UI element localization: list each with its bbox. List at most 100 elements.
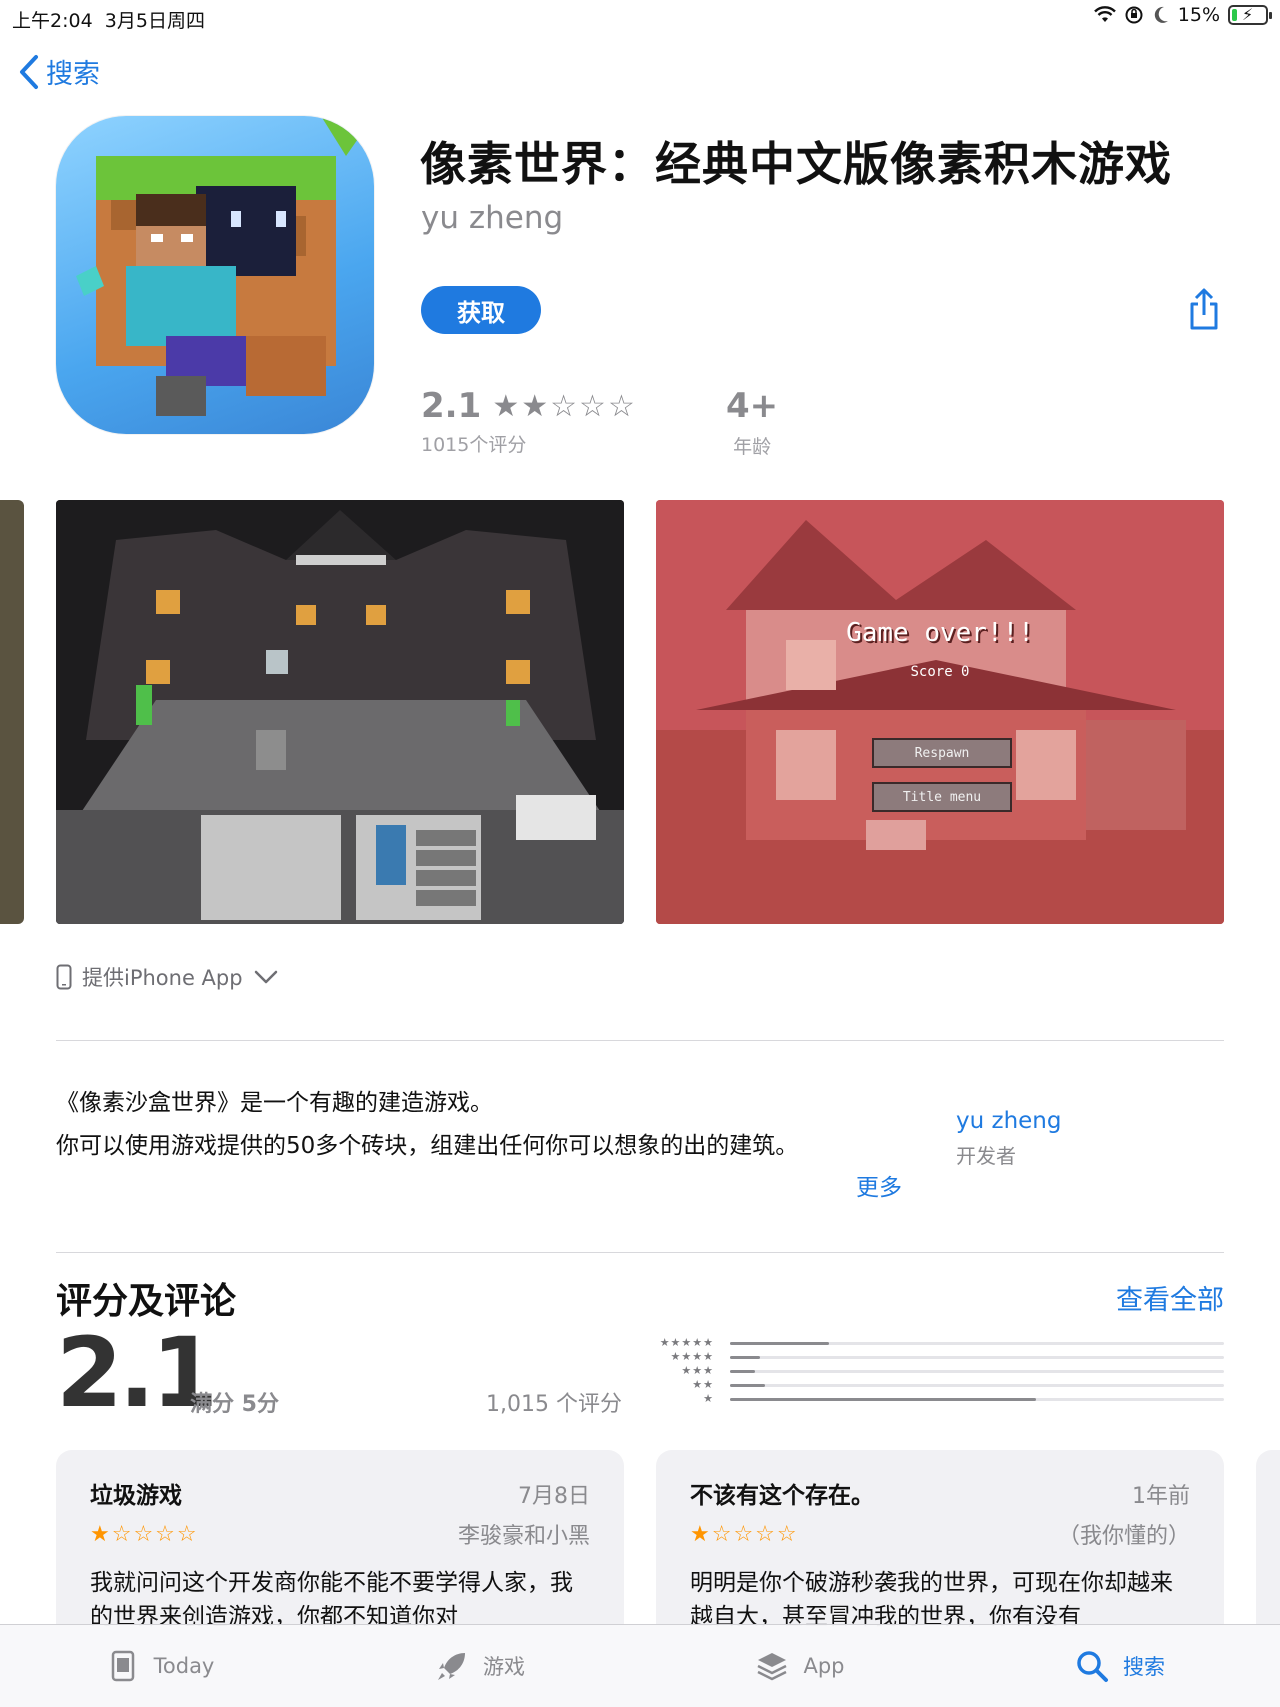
star-filled-icon: ★ bbox=[492, 388, 522, 424]
score-text: Score 0 bbox=[910, 664, 970, 680]
status-indicators: 15% ⚡ bbox=[1093, 4, 1272, 26]
title-menu-button: Title menu bbox=[872, 782, 1012, 812]
app-rating-value: 2.1 bbox=[421, 386, 482, 426]
divider bbox=[56, 1252, 1224, 1253]
review-title: 不该有这个存在。 bbox=[690, 1483, 874, 1509]
more-link[interactable]: 更多 bbox=[856, 1168, 902, 1202]
tab-bar: Today 游戏 App 搜索 bbox=[0, 1624, 1280, 1707]
review-date: 1年前 bbox=[1132, 1484, 1190, 1509]
battery-percent: 15% bbox=[1177, 4, 1220, 26]
histogram-bar bbox=[730, 1397, 1037, 1401]
moon-icon bbox=[1154, 6, 1168, 23]
tab-search[interactable]: 搜索 bbox=[960, 1625, 1280, 1707]
screenshot-2-art bbox=[656, 500, 1224, 924]
app-icon-art bbox=[76, 116, 374, 416]
status-bar: 上午2:04 3月5日周四 15% ⚡ bbox=[0, 0, 1280, 34]
wifi-icon bbox=[1093, 6, 1116, 22]
app-developer-link[interactable]: yu zheng bbox=[421, 200, 563, 236]
today-icon bbox=[111, 1650, 134, 1682]
search-icon bbox=[1077, 1651, 1108, 1682]
rocket-icon bbox=[438, 1653, 465, 1680]
histogram-row: ★★★★ bbox=[650, 1350, 1224, 1364]
device-support-toggle[interactable]: 提供iPhone App bbox=[56, 962, 279, 992]
star-filled-icon: ★ bbox=[521, 388, 551, 424]
battery-level bbox=[1232, 9, 1237, 21]
histogram-stars: ★★★★ bbox=[670, 1350, 714, 1363]
screenshot-1[interactable] bbox=[56, 500, 624, 924]
age-rating: 4+ 年龄 bbox=[726, 386, 778, 459]
tab-today-label: Today bbox=[153, 1654, 215, 1678]
chevron-left-icon bbox=[20, 54, 38, 89]
star-empty-icon: ☆ bbox=[607, 388, 637, 424]
chevron-down-icon bbox=[254, 970, 277, 984]
app-rating-stars: ★★☆☆☆ bbox=[492, 389, 637, 424]
histogram-stars: ★★★★★ bbox=[659, 1336, 714, 1349]
app-icon bbox=[56, 116, 374, 434]
status-time-text: 上午2:04 bbox=[12, 10, 93, 32]
histogram-bar bbox=[730, 1383, 765, 1387]
tab-apps[interactable]: App bbox=[640, 1625, 960, 1707]
tab-search-label: 搜索 bbox=[1123, 1655, 1165, 1679]
histogram-track bbox=[730, 1397, 1224, 1401]
status-date-text: 3月5日周四 bbox=[104, 10, 205, 32]
tab-games-label: 游戏 bbox=[483, 1655, 525, 1679]
tab-today[interactable]: Today bbox=[0, 1625, 320, 1707]
histogram-stars: ★★ bbox=[692, 1378, 714, 1391]
layers-icon bbox=[757, 1653, 788, 1681]
rating-histogram: ★★★★★ ★★★★ ★★★ ★★ ★ bbox=[650, 1336, 1224, 1406]
share-button[interactable] bbox=[1184, 288, 1224, 332]
battery-icon: ⚡ bbox=[1228, 5, 1272, 25]
app-rating-count: 1015个评分 bbox=[421, 434, 527, 456]
back-label: 搜索 bbox=[46, 59, 100, 90]
histogram-row: ★★★ bbox=[650, 1364, 1224, 1378]
histogram-stars: ★★★ bbox=[681, 1364, 714, 1377]
histogram-row: ★★ bbox=[650, 1378, 1224, 1392]
histogram-track bbox=[730, 1355, 1224, 1359]
rating-out-of: 满分 5分 bbox=[190, 1392, 279, 1417]
histogram-track bbox=[730, 1369, 1224, 1373]
description-line-1: 《像素沙盒世界》是一个有趣的建造游戏。 bbox=[56, 1090, 493, 1116]
respawn-button: Respawn bbox=[872, 738, 1012, 768]
review-author: 李骏豪和小黑 bbox=[457, 1524, 590, 1549]
review-date: 7月8日 bbox=[518, 1484, 590, 1509]
iphone-icon bbox=[56, 964, 72, 990]
histogram-row: ★ bbox=[650, 1392, 1224, 1406]
review-stars: ★☆☆☆☆ bbox=[690, 1521, 799, 1547]
histogram-row: ★★★★★ bbox=[650, 1336, 1224, 1350]
game-over-text: Game over!!! bbox=[846, 618, 1034, 648]
device-support-label: 提供iPhone App bbox=[82, 966, 243, 990]
app-description: 《像素沙盒世界》是一个有趣的建造游戏。 你可以使用游戏提供的50多个砖块，组建出… bbox=[56, 1082, 906, 1168]
histogram-stars: ★ bbox=[703, 1392, 714, 1405]
back-button[interactable]: 搜索 bbox=[18, 52, 100, 91]
screenshot-1-art bbox=[56, 500, 624, 924]
get-button[interactable]: 获取 bbox=[421, 286, 541, 334]
total-ratings: 1,015 个评分 bbox=[486, 1392, 622, 1417]
review-stars: ★☆☆☆☆ bbox=[90, 1521, 199, 1547]
share-icon bbox=[1190, 288, 1218, 330]
developer-link[interactable]: yu zheng bbox=[956, 1108, 1061, 1134]
see-all-link[interactable]: 查看全部 bbox=[1116, 1278, 1224, 1317]
tab-games[interactable]: 游戏 bbox=[320, 1625, 640, 1707]
histogram-bar bbox=[730, 1355, 760, 1359]
histogram-track bbox=[730, 1341, 1224, 1345]
orientation-lock-icon bbox=[1125, 6, 1143, 24]
age-value: 4+ bbox=[726, 386, 779, 426]
screenshot-2[interactable]: Game over!!! Score 0 Respawn Title menu bbox=[656, 500, 1224, 924]
charging-bolt-icon: ⚡ bbox=[1242, 5, 1254, 24]
histogram-bar bbox=[730, 1369, 755, 1373]
screenshot-previous-edge[interactable] bbox=[0, 500, 24, 924]
status-time: 上午2:04 3月5日周四 bbox=[12, 6, 205, 33]
divider bbox=[56, 1040, 1224, 1041]
app-title: 像素世界：经典中文版像素积木游戏 bbox=[420, 137, 1172, 191]
star-empty-icon: ☆ bbox=[579, 388, 608, 424]
review-author: （我你懂的） bbox=[1057, 1524, 1190, 1549]
tab-apps-label: App bbox=[803, 1654, 845, 1678]
histogram-bar bbox=[730, 1341, 829, 1345]
description-line-2: 你可以使用游戏提供的50多个砖块，组建出任何你可以想象的出的建筑。 bbox=[56, 1133, 799, 1159]
app-rating-summary[interactable]: 2.1 ★★☆☆☆ 1015个评分 bbox=[421, 386, 637, 457]
age-label: 年龄 bbox=[733, 436, 772, 458]
review-title: 垃圾游戏 bbox=[90, 1483, 182, 1509]
developer-label: 开发者 bbox=[956, 1144, 1016, 1168]
star-empty-icon: ☆ bbox=[550, 388, 580, 424]
histogram-track bbox=[730, 1383, 1224, 1387]
